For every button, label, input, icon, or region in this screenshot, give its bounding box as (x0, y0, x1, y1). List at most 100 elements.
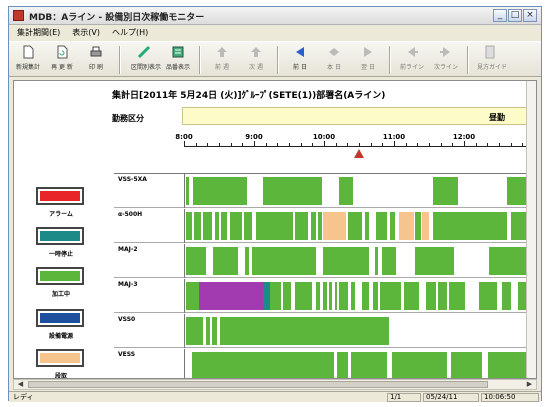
state-segment-pause[interactable] (262, 282, 270, 310)
equipment-row[interactable]: VSS-5XA (114, 174, 536, 208)
toolbar-button-part-number[interactable]: 品番表示 (165, 44, 191, 76)
horizontal-scrollbar[interactable]: ◀ ▶ (13, 379, 537, 390)
toolbar-button-print[interactable]: 印 刷 (83, 44, 109, 76)
state-segment-running[interactable] (350, 282, 355, 310)
minimize-button[interactable]: _ (493, 9, 507, 22)
state-segment-other[interactable] (199, 282, 263, 310)
state-segment-running[interactable] (245, 247, 249, 275)
state-segment-running[interactable] (432, 177, 458, 205)
axis-minor-tick (370, 143, 372, 147)
state-segment-running[interactable] (432, 212, 508, 240)
state-segment-running[interactable] (390, 212, 396, 240)
toolbar-button-zone-view[interactable]: 区間別表示 (131, 44, 161, 76)
toolbar-button-prev-line[interactable]: 前ライン (399, 44, 425, 76)
state-segment-running[interactable] (451, 352, 483, 378)
state-segment-running[interactable] (269, 282, 281, 310)
state-segment-running[interactable] (350, 352, 387, 378)
state-segment-running[interactable] (336, 352, 348, 378)
toolbar-button-next-week[interactable]: 次 週 (243, 44, 269, 76)
state-segment-running[interactable] (282, 282, 292, 310)
equipment-row[interactable]: MAJ-3 (114, 279, 536, 313)
state-segment-running[interactable] (206, 317, 210, 345)
state-segment-running[interactable] (192, 352, 334, 378)
state-segment-running[interactable] (186, 247, 207, 275)
state-segment-running[interactable] (335, 282, 337, 310)
state-segment-running[interactable] (295, 212, 309, 240)
state-segment-running[interactable] (449, 282, 465, 310)
equipment-row[interactable]: VSS0 (114, 314, 536, 348)
toolbar-button-guide[interactable]: 見方ガイド (477, 44, 507, 76)
state-segment-running[interactable] (214, 212, 219, 240)
equipment-row[interactable]: α-500H (114, 209, 536, 243)
state-segment-running[interactable] (262, 177, 322, 205)
state-segment-running[interactable] (374, 247, 378, 275)
legend-label: 段取 (54, 373, 67, 379)
state-segment-running[interactable] (221, 212, 228, 240)
state-segment-running[interactable] (311, 212, 316, 240)
state-segment-running[interactable] (318, 212, 322, 240)
equipment-name: MAJ-2 (118, 246, 138, 253)
state-segment-setup[interactable] (398, 212, 414, 240)
state-segment-running[interactable] (323, 282, 327, 310)
toolbar-button-today[interactable]: 本 日 (321, 44, 347, 76)
status-date: 05/24/11 (423, 393, 479, 402)
state-segment-running[interactable] (211, 317, 217, 345)
state-segment-running[interactable] (478, 282, 497, 310)
state-segment-running[interactable] (438, 282, 447, 310)
state-segment-running[interactable] (230, 212, 242, 240)
state-segment-setup[interactable] (323, 212, 347, 240)
state-segment-running[interactable] (203, 212, 212, 240)
scroll-right-icon[interactable]: ▶ (524, 380, 535, 389)
toolbar-button-next-line[interactable]: 次ライン (433, 44, 459, 76)
state-segment-running[interactable] (244, 212, 253, 240)
state-segment-running[interactable] (323, 247, 370, 275)
menu-help[interactable]: ヘルプ(H) (112, 26, 148, 40)
toolbar-button-prev-week[interactable]: 前 週 (209, 44, 235, 76)
state-segment-running[interactable] (329, 282, 333, 310)
equipment-row[interactable]: MAJ-2 (114, 244, 536, 278)
state-segment-running[interactable] (391, 352, 447, 378)
scroll-thumb[interactable] (28, 381, 488, 388)
toolbar-button-prev-day[interactable]: 前 日 (287, 44, 313, 76)
state-segment-running[interactable] (339, 282, 348, 310)
state-segment-running[interactable] (415, 247, 455, 275)
state-segment-running[interactable] (194, 212, 201, 240)
close-button[interactable]: × (523, 9, 537, 22)
toolbar-button-new-doc[interactable]: 新規集計 (15, 44, 41, 76)
axis-tick-label: 12:00 (452, 133, 476, 141)
state-segment-running[interactable] (502, 282, 511, 310)
state-segment-setup[interactable] (422, 212, 430, 240)
menu-period[interactable]: 集計期間(E) (17, 26, 60, 40)
state-segment-running[interactable] (186, 177, 189, 205)
state-segment-running[interactable] (362, 282, 370, 310)
state-segment-running[interactable] (252, 247, 316, 275)
state-segment-running[interactable] (347, 212, 362, 240)
title-bar[interactable]: MDB：Aライン - 設備別日次稼働モニター _ □ × (9, 7, 541, 25)
state-segment-running[interactable] (315, 282, 320, 310)
restore-button[interactable]: □ (508, 9, 522, 22)
state-segment-running[interactable] (220, 317, 389, 345)
axis-tick-label: 10:00 (312, 133, 336, 141)
toolbar-button-next-day[interactable]: 翌 日 (355, 44, 381, 76)
state-segment-running[interactable] (339, 177, 353, 205)
state-segment-running[interactable] (294, 282, 313, 310)
state-segment-running[interactable] (415, 212, 421, 240)
state-segment-running[interactable] (364, 212, 370, 240)
toolbar-button-refresh-doc[interactable]: 再 更 新 (49, 44, 75, 76)
state-segment-running[interactable] (380, 282, 401, 310)
state-segment-running[interactable] (425, 282, 437, 310)
state-segment-running[interactable] (376, 212, 387, 240)
menu-view[interactable]: 表示(V) (72, 26, 100, 40)
state-segment-running[interactable] (404, 282, 419, 310)
state-segment-running[interactable] (186, 282, 200, 310)
state-segment-running[interactable] (373, 282, 378, 310)
state-segment-running[interactable] (186, 212, 193, 240)
state-segment-running[interactable] (381, 247, 396, 275)
state-segment-running[interactable] (186, 317, 203, 345)
scroll-left-icon[interactable]: ◀ (15, 380, 26, 389)
state-segment-running[interactable] (213, 247, 239, 275)
vertical-scrollbar[interactable] (526, 81, 536, 378)
equipment-row[interactable]: VESS (114, 349, 536, 378)
state-segment-running[interactable] (255, 212, 293, 240)
state-segment-running[interactable] (193, 177, 248, 205)
